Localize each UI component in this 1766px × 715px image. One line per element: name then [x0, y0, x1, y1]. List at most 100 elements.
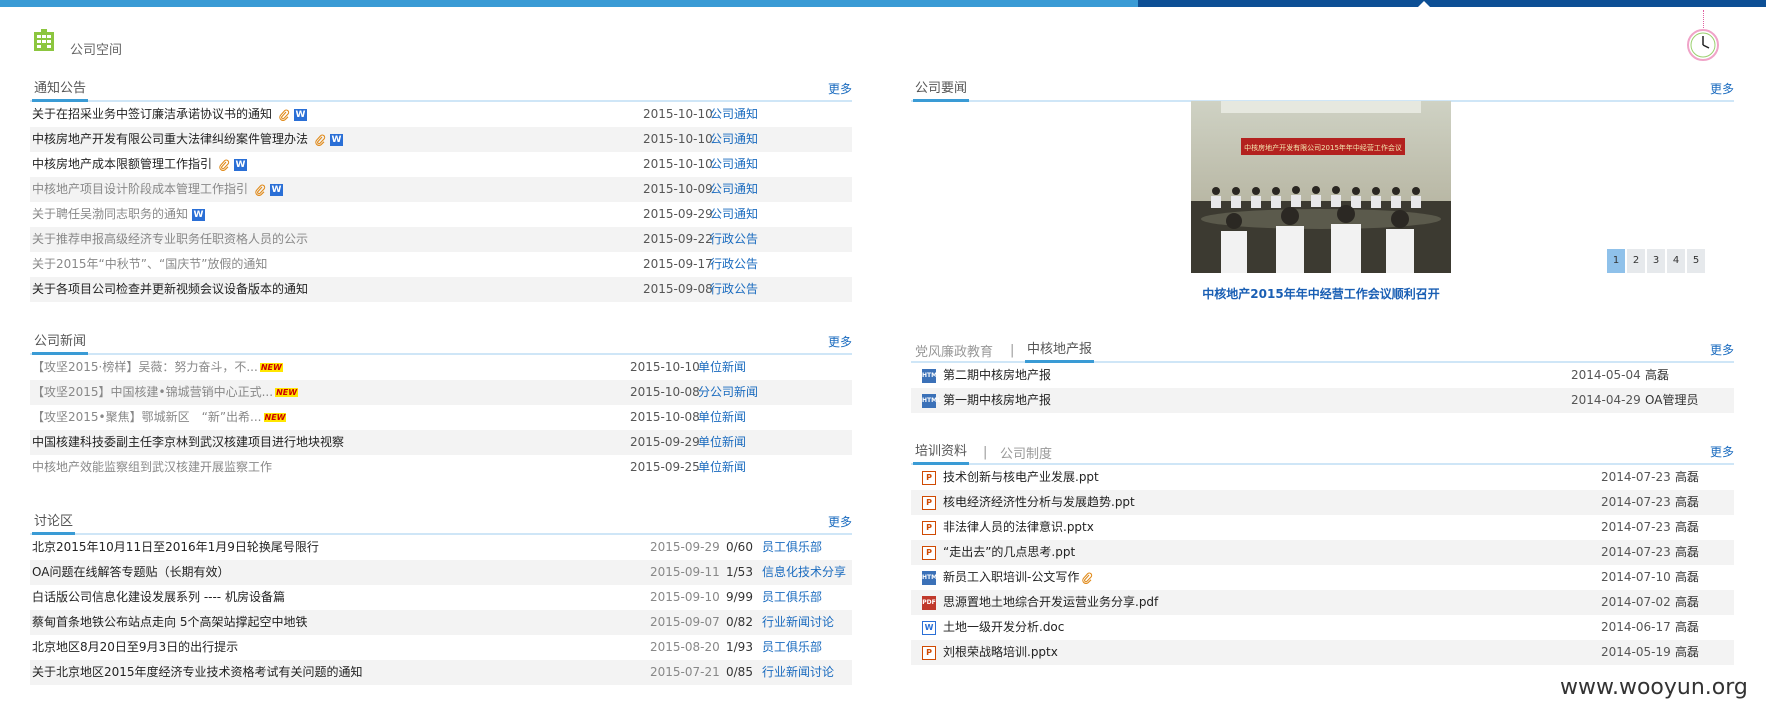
discussion-more-link[interactable]: 更多	[828, 513, 852, 530]
pdf-icon: PDF	[922, 596, 936, 610]
notice-row[interactable]: 关于聘任吴渤同志职务的通知 W 2015-09-29 公司通知	[30, 202, 852, 227]
discussion-row[interactable]: 北京地区8月20日至9月3日的出行提示 2015-08-20 1/93 员工俱乐部	[30, 635, 852, 660]
notice-row[interactable]: 关于2015年“中秋节”、“国庆节”放假的通知 2015-09-17 行政公告	[30, 252, 852, 277]
carousel-page-button[interactable]: 1	[1606, 248, 1626, 274]
news-category-link[interactable]: 单位新闻	[698, 430, 746, 455]
notice-category-link[interactable]: 公司通知	[710, 202, 758, 227]
headlines-more-link[interactable]: 更多	[1710, 80, 1734, 97]
training-title-link[interactable]: 思源置地土地综合开发运营业务分享.pdf	[943, 590, 1158, 615]
news-category-link[interactable]: 单位新闻	[698, 355, 746, 380]
discussion-row[interactable]: 关于北京地区2015年度经济专业技术资格考试有关问题的通知 2015-07-21 0…	[30, 660, 852, 685]
training-row[interactable]: HTML 新员工入职培训-公文写作 2014-07-10 高磊	[911, 565, 1734, 590]
notice-title-link[interactable]: 中核地产项目设计阶段成本管理工作指引 W	[32, 177, 284, 202]
newspaper-row[interactable]: HTML 第一期中核房地产报 2014-04-29 OA管理员	[911, 388, 1734, 413]
discussion-row[interactable]: 白话版公司信息化建设发展系列 ---- 机房设备篇 2015-09-10 9/99 员…	[30, 585, 852, 610]
tab-company-newspaper[interactable]: 中核地产报	[1025, 338, 1095, 363]
notice-title-link[interactable]: 关于在招采业务中签订廉洁承诺协议书的通知 W	[32, 102, 308, 127]
notice-row[interactable]: 关于在招采业务中签订廉洁承诺协议书的通知 W 2015-10-10 公司通知	[30, 102, 852, 127]
discussion-board-link[interactable]: 员工俱乐部	[762, 585, 822, 610]
tab-training-materials[interactable]: 培训资料	[913, 440, 970, 465]
training-row[interactable]: P 技术创新与核电产业发展.ppt 2014-07-23 高磊	[911, 465, 1734, 490]
carousel-page-button[interactable]: 5	[1686, 248, 1706, 274]
notice-row[interactable]: 中核房地产开发有限公司重大法律纠纷案件管理办法 W 2015-10-10 公司通知	[30, 127, 852, 152]
discussion-board-link[interactable]: 行业新闻讨论	[762, 660, 834, 685]
newspaper-title-link[interactable]: 第一期中核房地产报	[943, 388, 1051, 413]
news-row[interactable]: 中国核建科技委副主任李京林到武汉核建项目进行地块视察 2015-09-29 单位新闻	[30, 430, 852, 455]
discussion-title-link[interactable]: OA问题在线解答专题贴（长期有效）	[32, 560, 229, 585]
training-row[interactable]: P 核电经济经济性分析与发展趋势.ppt 2014-07-23 高磊	[911, 490, 1734, 515]
notice-title-link[interactable]: 中核房地产成本限额管理工作指引 W	[32, 152, 248, 177]
notice-category-link[interactable]: 行政公告	[710, 277, 758, 302]
tab-separator: |	[1010, 343, 1015, 358]
notice-category-link[interactable]: 行政公告	[710, 227, 758, 252]
training-title-link[interactable]: 技术创新与核电产业发展.ppt	[943, 465, 1099, 490]
discussion-title-link[interactable]: 关于北京地区2015年度经济专业技术资格考试有关问题的通知	[32, 660, 363, 685]
news-row[interactable]: 【攻坚2015·榜样】吴薇：努力奋斗，不... NEW 2015-10-10 单位新闻	[30, 355, 852, 380]
newspaper-more-link[interactable]: 更多	[1710, 341, 1734, 358]
training-row[interactable]: PDF 思源置地土地综合开发运营业务分享.pdf 2014-07-02 高磊	[911, 590, 1734, 615]
discussion-title-link[interactable]: 北京2015年10月11日至2016年1月9日轮换尾号限行	[32, 535, 319, 560]
notice-category-link[interactable]: 公司通知	[710, 152, 758, 177]
training-title-link[interactable]: “走出去”的几点思考.ppt	[943, 540, 1075, 565]
news-more-link[interactable]: 更多	[828, 333, 852, 350]
news-title-link[interactable]: 【攻坚2015•聚焦】鄂城新区 “新”出希... NEW	[32, 405, 287, 430]
discussion-title-link[interactable]: 白话版公司信息化建设发展系列 ---- 机房设备篇	[32, 585, 285, 610]
headline-photo[interactable]: 中核房地产开发有限公司2015年年中经营工作会议	[1191, 101, 1451, 273]
notice-title-link[interactable]: 关于2015年“中秋节”、“国庆节”放假的通知	[32, 252, 267, 277]
news-category-link[interactable]: 单位新闻	[698, 455, 746, 480]
notices-more-link[interactable]: 更多	[828, 80, 852, 97]
news-title-link[interactable]: 中核地产效能监察组到武汉核建开展监察工作	[32, 455, 272, 480]
carousel-page-button[interactable]: 2	[1626, 248, 1646, 274]
discussion-title-link[interactable]: 北京地区8月20日至9月3日的出行提示	[32, 635, 238, 660]
training-row[interactable]: P “走出去”的几点思考.ppt 2014-07-23 高磊	[911, 540, 1734, 565]
notice-row[interactable]: 关于推荐申报高级经济专业职务任职资格人员的公示 2015-09-22 行政公告	[30, 227, 852, 252]
training-title-link[interactable]: 非法律人员的法律意识.pptx	[943, 515, 1094, 540]
notice-title-link[interactable]: 关于推荐申报高级经济专业职务任职资格人员的公示	[32, 227, 308, 252]
reply-count: 1/93	[726, 640, 753, 654]
tab-party-education[interactable]: 党风廉政教育	[913, 341, 995, 363]
discussion-row[interactable]: OA问题在线解答专题贴（长期有效） 2015-09-11 1/53 信息化技术分享	[30, 560, 852, 585]
discussion-board-link[interactable]: 信息化技术分享	[762, 560, 846, 585]
training-row[interactable]: W 土地一级开发分析.doc 2014-06-17 高磊	[911, 615, 1734, 640]
newspaper-title-link[interactable]: 第二期中核房地产报	[943, 363, 1051, 388]
notice-row[interactable]: 关于各项目公司检查并更新视频会议设备版本的通知 2015-09-08 行政公告	[30, 277, 852, 302]
training-title-link[interactable]: 核电经济经济性分析与发展趋势.ppt	[943, 490, 1135, 515]
notice-title-link[interactable]: 关于聘任吴渤同志职务的通知 W	[32, 202, 206, 227]
training-title-link[interactable]: 新员工入职培训-公文写作	[943, 565, 1093, 590]
discussion-panel: 讨论区 更多 北京2015年10月11日至2016年1月9日轮换尾号限行 2015…	[30, 509, 852, 685]
discussion-board-link[interactable]: 员工俱乐部	[762, 535, 822, 560]
notice-category-link[interactable]: 行政公告	[710, 252, 758, 277]
news-title-link[interactable]: 【攻坚2015】中国核建•锦城营销中心正式... NEW	[32, 380, 299, 405]
news-row[interactable]: 中核地产效能监察组到武汉核建开展监察工作 2015-09-25 单位新闻	[30, 455, 852, 480]
news-title-link[interactable]: 【攻坚2015·榜样】吴薇：努力奋斗，不... NEW	[32, 355, 283, 380]
training-date: 2014-07-10	[1601, 570, 1671, 584]
headline-caption[interactable]: 中核地产2015年年中经营工作会议顺利召开	[1168, 285, 1474, 302]
training-row[interactable]: P 刘根荣战略培训.pptx 2014-05-19 高磊	[911, 640, 1734, 665]
discussion-board-link[interactable]: 员工俱乐部	[762, 635, 822, 660]
training-more-link[interactable]: 更多	[1710, 443, 1734, 460]
notice-category-link[interactable]: 公司通知	[710, 102, 758, 127]
tab-company-rules[interactable]: 公司制度	[998, 443, 1054, 465]
notice-row[interactable]: 中核房地产成本限额管理工作指引 W 2015-10-10 公司通知	[30, 152, 852, 177]
notice-category-link[interactable]: 公司通知	[710, 177, 758, 202]
discussion-row[interactable]: 北京2015年10月11日至2016年1月9日轮换尾号限行 2015-09-29 0…	[30, 535, 852, 560]
discussion-board-link[interactable]: 行业新闻讨论	[762, 610, 834, 635]
news-category-link[interactable]: 分公司新闻	[698, 380, 758, 405]
notice-title-link[interactable]: 中核房地产开发有限公司重大法律纠纷案件管理办法 W	[32, 127, 344, 152]
news-row[interactable]: 【攻坚2015】中国核建•锦城营销中心正式... NEW 2015-10-08 分公司…	[30, 380, 852, 405]
clock-icon[interactable]	[1686, 28, 1720, 62]
training-row[interactable]: P 非法律人员的法律意识.pptx 2014-07-23 高磊	[911, 515, 1734, 540]
newspaper-row[interactable]: HTML 第二期中核房地产报 2014-05-04 高磊	[911, 363, 1734, 388]
notice-title-link[interactable]: 关于各项目公司检查并更新视频会议设备版本的通知	[32, 277, 308, 302]
training-title-link[interactable]: 刘根荣战略培训.pptx	[943, 640, 1058, 665]
discussion-row[interactable]: 蔡甸首条地铁公布站点走向 5个高架站撑起空中地铁 2015-09-07 0/82 行业…	[30, 610, 852, 635]
carousel-page-button[interactable]: 4	[1666, 248, 1686, 274]
notice-category-link[interactable]: 公司通知	[710, 127, 758, 152]
news-title-link[interactable]: 中国核建科技委副主任李京林到武汉核建项目进行地块视察	[32, 430, 344, 455]
carousel-page-button[interactable]: 3	[1646, 248, 1666, 274]
notice-row[interactable]: 中核地产项目设计阶段成本管理工作指引 W 2015-10-09 公司通知	[30, 177, 852, 202]
news-category-link[interactable]: 单位新闻	[698, 405, 746, 430]
discussion-title-link[interactable]: 蔡甸首条地铁公布站点走向 5个高架站撑起空中地铁	[32, 610, 307, 635]
news-row[interactable]: 【攻坚2015•聚焦】鄂城新区 “新”出希... NEW 2015-10-08 单位新…	[30, 405, 852, 430]
training-title-link[interactable]: 土地一级开发分析.doc	[943, 615, 1064, 640]
